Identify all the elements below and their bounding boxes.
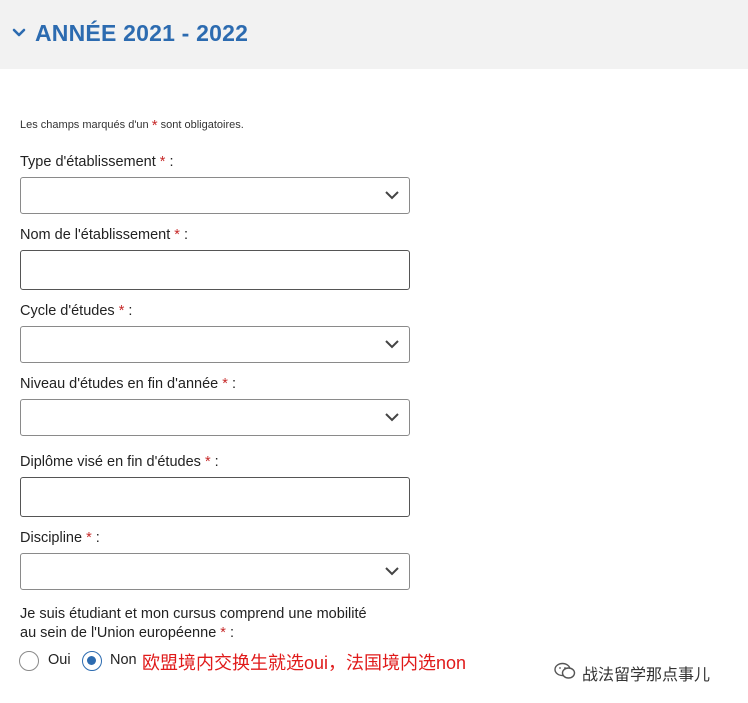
label-colon: : [128, 303, 133, 319]
eu-mobility-question: Je suis étudiant et mon cursus comprend … [20, 605, 440, 643]
field-label-text: Cycle d'études [20, 303, 115, 319]
watermark: 战法留学那点事儿 [548, 659, 738, 685]
establishment-type-label: Type d'établissement * : [20, 154, 174, 170]
establishment-name-input[interactable] [20, 250, 410, 290]
study-cycle-select[interactable] [20, 326, 410, 363]
study-level-label: Niveau d'études en fin d'année * : [20, 376, 236, 392]
note-prefix: Les champs marqués d'un [20, 119, 149, 131]
year-section-header[interactable]: ANNÉE 2021 - 2022 [0, 0, 748, 69]
required-marker: * [86, 530, 92, 546]
field-label-text: Niveau d'études en fin d'année [20, 376, 219, 392]
target-diploma-input[interactable] [20, 477, 410, 517]
chevron-down-icon [385, 567, 399, 576]
radio-oui[interactable] [19, 651, 39, 671]
chevron-down-icon [385, 340, 399, 349]
question-line-2-text: au sein de l'Union européenne [20, 625, 217, 641]
field-label-text: Diplôme visé en fin d'études [20, 454, 201, 470]
radio-selected-dot [87, 656, 96, 665]
required-marker: * [118, 303, 125, 319]
wechat-icon [554, 662, 576, 679]
note-suffix: sont obligatoires. [160, 119, 244, 131]
chevron-down-icon [385, 191, 399, 200]
target-diploma-label: Diplôme visé en fin d'études * : [20, 454, 219, 470]
radio-oui-label[interactable]: Oui [48, 652, 71, 668]
study-cycle-label: Cycle d'études * : [20, 303, 132, 319]
chevron-down-icon[interactable] [12, 27, 26, 39]
required-marker: * [204, 454, 211, 470]
section-title: ANNÉE 2021 - 2022 [35, 20, 249, 46]
field-label-text: Type d'établissement [20, 154, 156, 170]
label-colon: : [229, 625, 235, 641]
required-star: * [151, 117, 158, 134]
label-colon: : [169, 154, 174, 170]
radio-non[interactable] [82, 651, 102, 671]
required-marker: * [159, 154, 166, 170]
radio-non-label[interactable]: Non [110, 652, 137, 668]
label-colon: : [231, 376, 236, 392]
establishment-name-label: Nom de l'établissement * : [20, 227, 188, 243]
label-colon: : [214, 454, 219, 470]
watermark-text: 战法留学那点事儿 [582, 667, 711, 684]
required-marker: * [222, 376, 228, 392]
chevron-down-icon [385, 413, 399, 422]
field-label-text: Discipline [20, 530, 83, 546]
question-line-2: au sein de l'Union européenne * : [20, 624, 440, 643]
required-marker: * [174, 227, 180, 243]
study-level-select[interactable] [20, 399, 410, 436]
required-fields-note: Les champs marqués d'un * sont obligatoi… [20, 115, 244, 134]
establishment-type-select[interactable] [20, 177, 410, 214]
question-line-1: Je suis étudiant et mon cursus comprend … [20, 606, 367, 622]
red-annotation: 欧盟境内交换生就选oui，法国境内选non [142, 653, 467, 673]
discipline-label: Discipline * : [20, 530, 100, 546]
label-colon: : [95, 530, 100, 546]
label-colon: : [183, 227, 189, 243]
required-marker: * [220, 625, 226, 641]
discipline-select[interactable] [20, 553, 410, 590]
field-label-text: Nom de l'établissement [20, 227, 171, 243]
